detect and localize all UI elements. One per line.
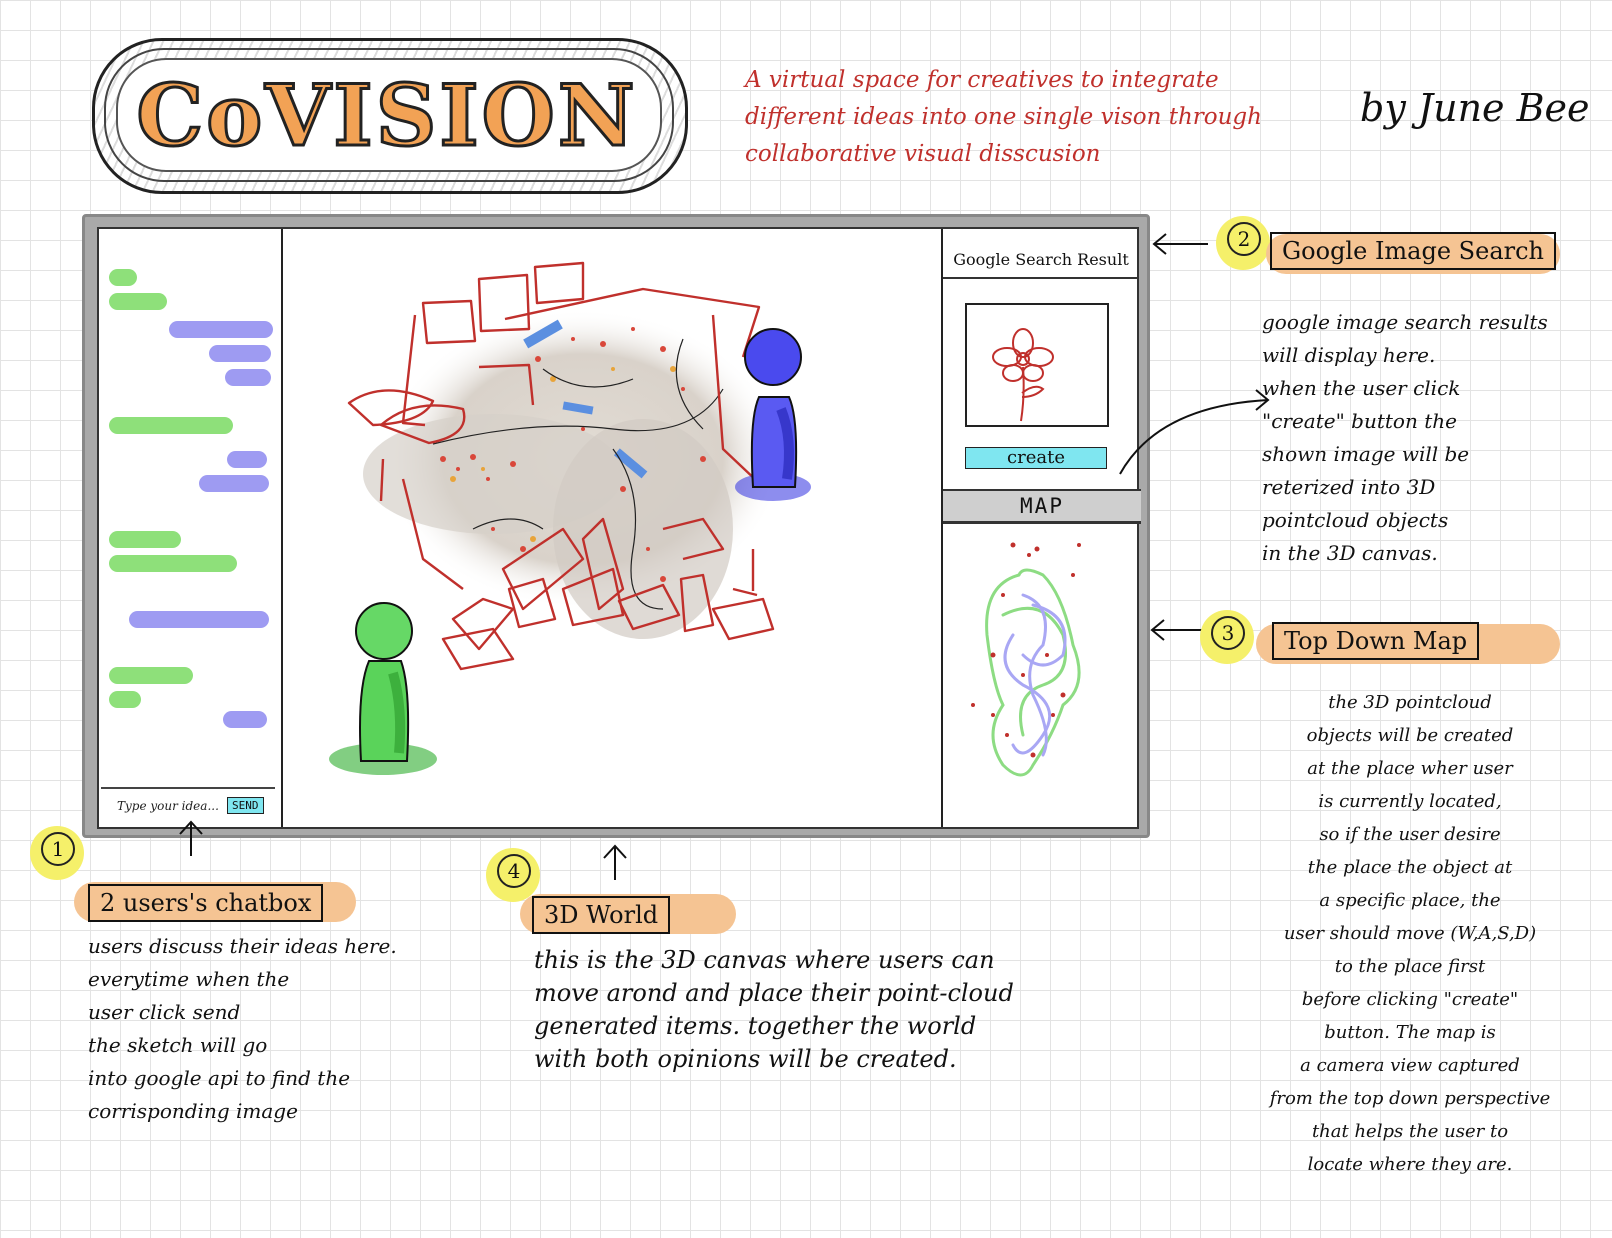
3d-world-canvas[interactable] (283, 229, 939, 827)
callout-1-number: 1 (41, 832, 75, 866)
callout-3-badge: 3 (1200, 610, 1254, 664)
callout-4-number: 4 (497, 854, 531, 888)
tagline: A virtual space for creatives to integra… (745, 67, 1262, 167)
callout-1-badge: 1 (30, 826, 84, 880)
chat-message-user2 (199, 475, 269, 492)
author-byline: by June Bee (1360, 86, 1590, 130)
callout-3-description: the 3D pointcloud objects will be create… (1269, 692, 1551, 1175)
chatbox-panel: Type your idea... SEND (99, 229, 283, 827)
arrow-left-icon (1150, 619, 1206, 641)
chat-message-user1 (109, 293, 167, 310)
app-frame: Type your idea... SEND Google Search Res… (97, 227, 1141, 829)
chat-message-user1 (109, 417, 233, 434)
side-panel: Google Search Result create MAP (941, 229, 1141, 827)
map-label: MAP (943, 489, 1141, 524)
chat-message-user2 (223, 711, 267, 728)
arrow-up-icon (179, 820, 203, 856)
avatar-green-user (329, 602, 437, 775)
3d-world-sketch (329, 261, 811, 775)
chat-message-user2 (169, 321, 273, 338)
chat-message-user1 (109, 269, 137, 286)
logo-text: CoVISION (135, 65, 638, 167)
chat-message-user1 (109, 555, 237, 572)
arrow-up-icon (603, 844, 627, 880)
chat-message-user1 (109, 691, 141, 708)
google-search-result-label: Google Search Result (943, 243, 1139, 279)
top-down-map[interactable] (963, 535, 1113, 795)
callout-4-badge: 4 (486, 848, 540, 902)
chat-message-user2 (129, 611, 269, 628)
callout-2-badge: 2 (1216, 216, 1270, 270)
arrow-left-icon (1152, 233, 1208, 255)
create-button[interactable]: create (965, 447, 1107, 469)
curved-arrow-icon (1119, 389, 1270, 475)
callout-1-description: users discuss their ideas here. everytim… (88, 934, 397, 1123)
logo: CoVISION (92, 38, 688, 194)
callout-2-description: google image search results will display… (1262, 310, 1548, 565)
chat-message-user2 (209, 345, 271, 362)
chat-input-field[interactable]: Type your idea... SEND (101, 787, 275, 821)
flower-sketch-icon (992, 328, 1054, 422)
callout-3-number: 3 (1211, 616, 1245, 650)
chat-input-placeholder: Type your idea... (117, 799, 219, 813)
callout-3-title: Top Down Map (1272, 622, 1480, 660)
callout-2-title: Google Image Search (1270, 232, 1557, 270)
chat-message-user2 (227, 451, 267, 468)
app-window-mockup: Type your idea... SEND Google Search Res… (82, 214, 1150, 838)
callout-4-title: 3D World (532, 896, 671, 934)
chat-message-user2 (225, 369, 271, 386)
send-button[interactable]: SEND (227, 797, 264, 814)
search-result-image (965, 303, 1109, 427)
chat-message-user1 (109, 531, 181, 548)
callout-4-description: this is the 3D canvas where users can mo… (534, 946, 1014, 1073)
pointcloud-object (363, 309, 783, 639)
chat-message-user1 (109, 667, 193, 684)
callout-2-number: 2 (1227, 222, 1261, 256)
callout-1-title: 2 users's chatbox (88, 884, 324, 922)
